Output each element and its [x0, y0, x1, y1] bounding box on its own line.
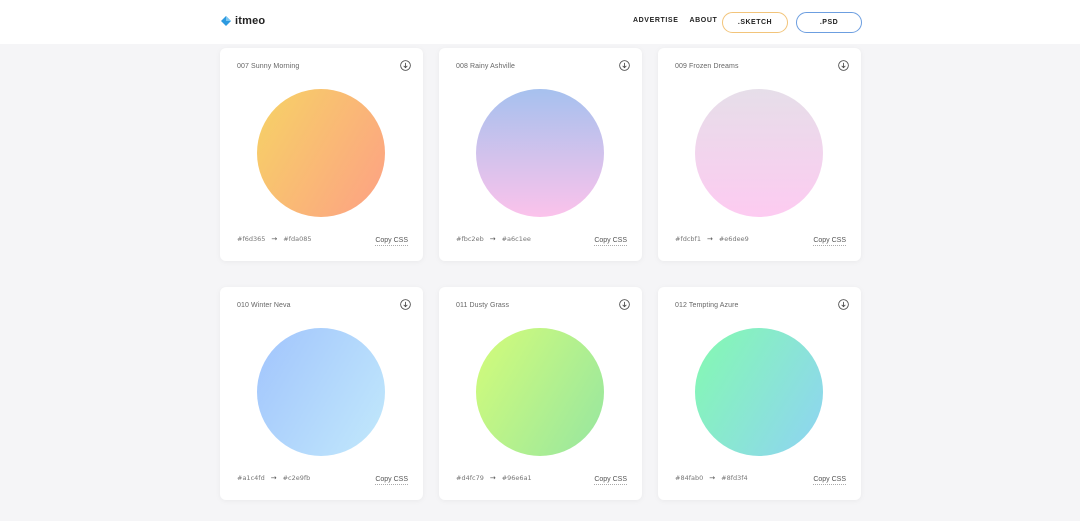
gradient-preview	[695, 89, 823, 217]
top-nav: ADVERTISE ABOUT	[633, 17, 717, 24]
card-title: 011 Dusty Grass	[456, 302, 510, 309]
card-title: 008 Rainy Ashville	[456, 63, 515, 70]
gradient-preview	[695, 328, 823, 456]
color-codes: #a1c4fd → #c2e9fb	[237, 474, 310, 482]
download-icon[interactable]	[838, 299, 849, 310]
color-from: #a1c4fd	[237, 474, 265, 482]
color-from: #84fab0	[675, 474, 704, 482]
download-icon[interactable]	[400, 299, 411, 310]
color-to: #c2e9fb	[282, 474, 311, 482]
nav-advertise[interactable]: ADVERTISE	[633, 17, 678, 24]
nav-about[interactable]: ABOUT	[689, 17, 717, 24]
copy-css-link[interactable]: Copy CSS	[375, 476, 408, 485]
color-codes: #fdcbf1 → #e6dee9	[675, 235, 749, 243]
gradient-card: 011 Dusty Grass #d4fc79 → #96e6a1 Copy C…	[439, 287, 642, 500]
gradient-card: 007 Sunny Morning #f6d365 → #fda085 Copy…	[220, 48, 423, 261]
color-from: #fdcbf1	[675, 235, 701, 243]
card-title: 007 Sunny Morning	[237, 63, 300, 70]
copy-css-link[interactable]: Copy CSS	[813, 237, 846, 246]
copy-css-link[interactable]: Copy CSS	[813, 476, 846, 485]
color-from: #d4fc79	[456, 474, 484, 482]
gradient-card: 008 Rainy Ashville #fbc2eb → #a6c1ee Cop…	[439, 48, 642, 261]
download-sketch-button[interactable]: .SKETCH	[722, 12, 788, 33]
arrow-right-icon: →	[270, 474, 277, 482]
color-from: #fbc2eb	[456, 235, 484, 243]
header: itmeo ADVERTISE ABOUT .SKETCH .PSD	[0, 0, 1080, 44]
download-icon[interactable]	[838, 60, 849, 71]
card-title: 012 Tempting Azure	[675, 302, 739, 309]
download-icon[interactable]	[619, 60, 630, 71]
color-codes: #d4fc79 → #96e6a1	[456, 474, 532, 482]
card-title: 009 Frozen Dreams	[675, 63, 739, 70]
copy-css-link[interactable]: Copy CSS	[594, 237, 627, 246]
download-psd-button[interactable]: .PSD	[796, 12, 862, 33]
copy-css-link[interactable]: Copy CSS	[594, 476, 627, 485]
logo[interactable]: itmeo	[221, 15, 265, 27]
gradient-preview	[476, 89, 604, 217]
download-icon[interactable]	[400, 60, 411, 71]
color-from: #f6d365	[237, 235, 266, 243]
logo-diamond-icon	[221, 16, 231, 26]
color-codes: #f6d365 → #fda085	[237, 235, 312, 243]
gradient-card: 012 Tempting Azure #84fab0 → #8fd3f4 Cop…	[658, 287, 861, 500]
logo-text: itmeo	[235, 15, 266, 27]
gradient-preview	[476, 328, 604, 456]
arrow-right-icon: →	[489, 235, 496, 243]
gradient-preview	[257, 89, 385, 217]
arrow-right-icon: →	[706, 235, 713, 243]
card-title: 010 Winter Neva	[237, 302, 291, 309]
color-codes: #84fab0 → #8fd3f4	[675, 474, 748, 482]
copy-css-link[interactable]: Copy CSS	[375, 237, 408, 246]
gradient-preview	[257, 328, 385, 456]
arrow-right-icon: →	[489, 474, 496, 482]
color-to: #a6c1ee	[501, 235, 531, 243]
color-codes: #fbc2eb → #a6c1ee	[456, 235, 531, 243]
gradient-card: 010 Winter Neva #a1c4fd → #c2e9fb Copy C…	[220, 287, 423, 500]
gradient-card: 009 Frozen Dreams #fdcbf1 → #e6dee9 Copy…	[658, 48, 861, 261]
download-icon[interactable]	[619, 299, 630, 310]
arrow-right-icon: →	[271, 235, 278, 243]
color-to: #8fd3f4	[721, 474, 748, 482]
color-to: #fda085	[283, 235, 312, 243]
color-to: #96e6a1	[501, 474, 532, 482]
arrow-right-icon: →	[709, 474, 716, 482]
color-to: #e6dee9	[718, 235, 749, 243]
